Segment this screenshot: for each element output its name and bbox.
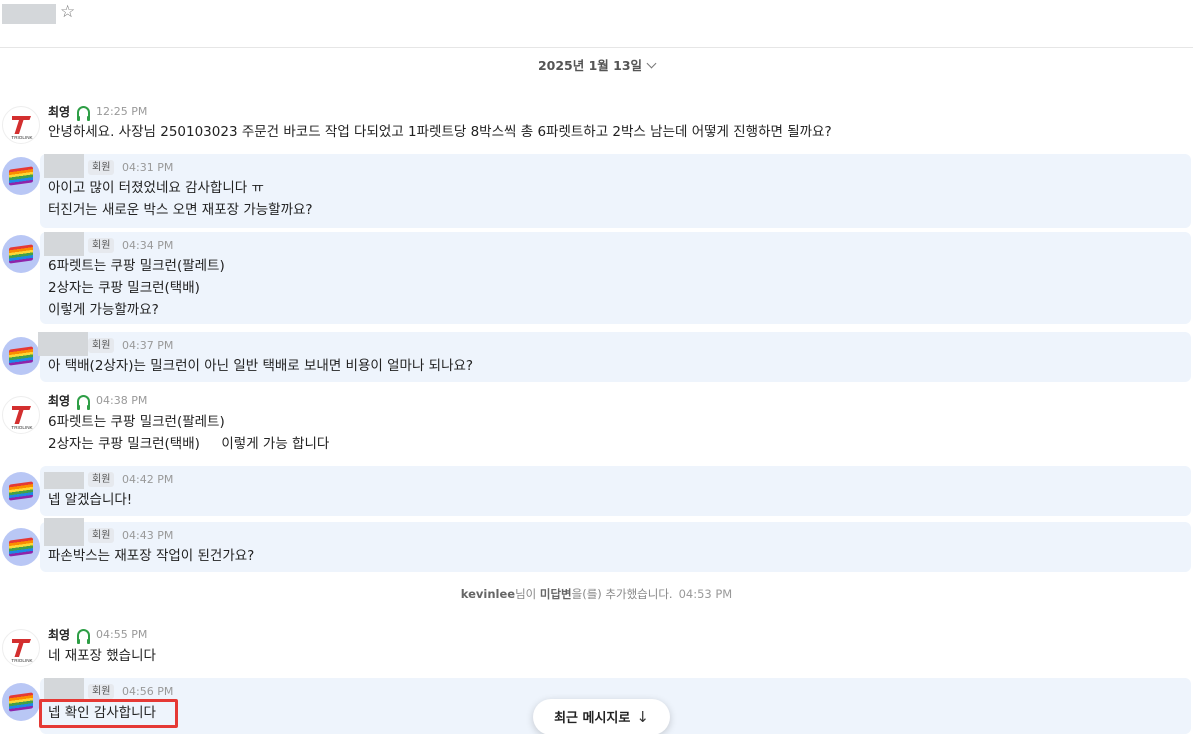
message-text: 아이고 많이 터졌었네요 감사합니다 ㅠ — [48, 180, 264, 196]
svg-text:TRIOLINK: TRIOLINK — [11, 425, 33, 430]
message-text: 2상자는 쿠팡 밀크런(택배) — [48, 280, 200, 296]
triolink-logo: TRIOLINK — [11, 406, 34, 430]
message-time: 04:42 PM — [122, 473, 174, 486]
sender-name: 최영 — [48, 628, 71, 642]
member-badge: 회원 — [88, 472, 115, 487]
jump-to-latest-button[interactable]: 최근 메시지로 ↓ — [533, 699, 670, 734]
message-user: 회원 04:31 PM 아이고 많이 터졌었네요 감사합니다 ㅠ 터진거는 새로… — [0, 154, 1193, 228]
star-icon[interactable]: ☆ — [60, 2, 75, 22]
user-name-redacted — [44, 232, 84, 256]
user-name-redacted — [44, 518, 84, 546]
message-agent: TRIOLINK 최영 12:25 PM 안녕하세요. 사장님 25010302… — [0, 100, 1193, 150]
date-separator[interactable]: 2025년 1월 13일 — [0, 57, 1193, 75]
headset-icon — [77, 395, 90, 410]
message-time: 04:43 PM — [122, 529, 174, 542]
message-bubble — [40, 466, 1191, 516]
triolink-logo: TRIOLINK — [11, 116, 34, 140]
chat-title-redacted — [2, 4, 56, 24]
message-text: 2상자는 쿠팡 밀크런(택배) 이렇게 가능 합니다 — [48, 436, 330, 452]
sender-name: 최영 — [48, 394, 71, 408]
user-avatar — [2, 528, 40, 566]
message-user: 회원 04:37 PM 아 택배(2상자)는 밀크런이 아닌 일반 택배로 보내… — [0, 332, 1193, 382]
message-text: 넵 확인 감사합니다 — [48, 705, 156, 721]
message-text: 6파렛트는 쿠팡 밀크런(팔레트) — [48, 258, 225, 274]
message-time: 04:56 PM — [122, 685, 174, 698]
chat-header: ☆ — [0, 0, 1193, 48]
user-name-redacted — [44, 678, 84, 702]
date-label: 2025년 1월 13일 — [537, 58, 643, 73]
message-time: 04:31 PM — [122, 161, 174, 174]
user-avatar — [2, 235, 40, 273]
message-user: 회원 04:34 PM 6파렛트는 쿠팡 밀크런(팔레트) 2상자는 쿠팡 밀크… — [0, 232, 1193, 324]
system-tag: 미답변 — [539, 587, 572, 601]
member-badge: 회원 — [88, 684, 115, 699]
rainbow-flag-icon — [9, 537, 33, 557]
rainbow-flag-icon — [9, 692, 33, 712]
svg-text:TRIOLINK: TRIOLINK — [11, 135, 33, 140]
user-name-redacted — [44, 154, 84, 178]
triolink-logo: TRIOLINK — [11, 639, 34, 663]
message-time: 04:34 PM — [122, 239, 174, 252]
message-user: 회원 04:42 PM 넵 알겠습니다! — [0, 466, 1193, 516]
message-text: 터진거는 새로운 박스 오면 재포장 가능할까요? — [48, 202, 313, 218]
message-time: 04:37 PM — [122, 339, 174, 352]
sender-name: 최영 — [48, 105, 71, 119]
agent-avatar: TRIOLINK — [2, 396, 40, 434]
member-badge: 회원 — [88, 238, 115, 253]
message-agent: TRIOLINK 최영 04:38 PM 6파렛트는 쿠팡 밀크런(팔레트) 2… — [0, 393, 1193, 459]
rainbow-flag-icon — [9, 346, 33, 366]
user-name-redacted — [38, 332, 88, 356]
user-avatar — [2, 683, 40, 721]
rainbow-flag-icon — [9, 244, 33, 264]
arrow-down-icon: ↓ — [636, 708, 649, 726]
system-message: kevinlee님이 미답변을(를) 추가했습니다. 04:53 PM — [0, 586, 1193, 602]
user-avatar — [2, 472, 40, 510]
message-text: 파손박스는 재포장 작업이 된건가요? — [48, 548, 255, 564]
member-badge: 회원 — [88, 160, 115, 175]
message-user: 회원 04:43 PM 파손박스는 재포장 작업이 된건가요? — [0, 518, 1193, 572]
member-badge: 회원 — [88, 338, 115, 353]
system-user: kevinlee — [460, 587, 516, 601]
message-text: 이렇게 가능할까요? — [48, 302, 159, 318]
user-avatar — [2, 337, 40, 375]
message-text: 아 택배(2상자)는 밀크런이 아닌 일반 택배로 보내면 비용이 얼마나 되나… — [48, 358, 474, 374]
rainbow-flag-icon — [9, 166, 33, 186]
message-bubble — [40, 232, 1191, 324]
message-text: 네 재포장 했습니다 — [48, 648, 156, 664]
headset-icon — [77, 629, 90, 644]
member-badge: 회원 — [88, 528, 115, 543]
chevron-down-icon — [646, 58, 657, 69]
rainbow-flag-icon — [9, 481, 33, 501]
message-time: 04:55 PM — [96, 628, 148, 641]
message-text: 넵 알겠습니다! — [48, 492, 133, 508]
system-text: 을(를) 추가했습니다. — [571, 587, 673, 601]
agent-avatar: TRIOLINK — [2, 106, 40, 144]
user-avatar — [2, 157, 40, 195]
svg-text:TRIOLINK: TRIOLINK — [11, 658, 33, 663]
message-agent: TRIOLINK 최영 04:55 PM 네 재포장 했습니다 — [0, 626, 1193, 672]
message-text: 안녕하세요. 사장님 250103023 주문건 바코드 작업 다되었고 1파렛… — [48, 124, 832, 140]
system-time: 04:53 PM — [678, 587, 733, 601]
user-name-redacted — [44, 472, 84, 489]
message-time: 04:38 PM — [96, 394, 148, 407]
jump-to-latest-label: 최근 메시지로 — [554, 711, 631, 726]
message-text: 6파렛트는 쿠팡 밀크런(팔레트) — [48, 414, 225, 430]
system-text: 님이 — [515, 587, 540, 601]
agent-avatar: TRIOLINK — [2, 629, 40, 667]
message-time: 12:25 PM — [96, 105, 148, 118]
headset-icon — [77, 106, 90, 121]
